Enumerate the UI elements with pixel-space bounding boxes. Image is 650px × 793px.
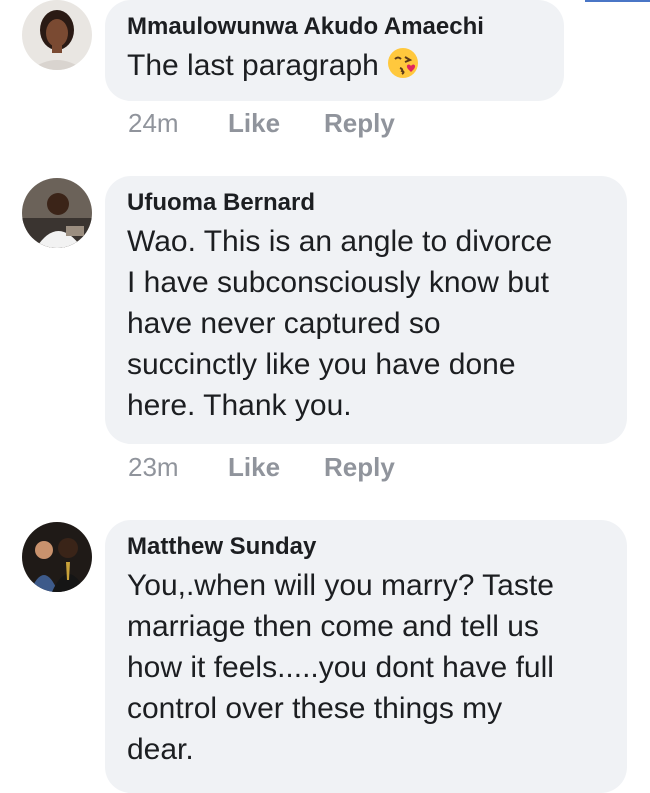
- comment-text-line: how it feels.....you dont have full: [127, 651, 554, 684]
- avatar[interactable]: [22, 178, 92, 248]
- comment-author[interactable]: Mmaulowunwa Akudo Amaechi: [127, 12, 542, 42]
- profile-photo-icon: [22, 0, 92, 70]
- like-button[interactable]: Like: [228, 107, 280, 139]
- comment-text: You,.when will you marry? Taste marriage…: [127, 565, 605, 770]
- comment-text-line: marriage then come and tell us: [127, 610, 539, 643]
- comment-text-content: The last paragraph: [127, 49, 379, 82]
- avatar[interactable]: [22, 522, 92, 592]
- top-divider: [585, 0, 650, 2]
- kissing-face-emoji-icon: [387, 48, 418, 78]
- comment-text-line: have never captured so: [127, 307, 441, 340]
- comment-bubble: Mmaulowunwa Akudo Amaechi The last parag…: [105, 0, 564, 101]
- like-button[interactable]: Like: [228, 451, 280, 483]
- comment-timestamp: 23m: [128, 452, 179, 482]
- comment-text-line: here. Thank you.: [127, 389, 352, 422]
- profile-photo-icon: [22, 522, 92, 592]
- reply-button[interactable]: Reply: [324, 451, 395, 483]
- comment-text: Wao. This is an angle to divorce I have …: [127, 221, 605, 426]
- reply-button[interactable]: Reply: [324, 107, 395, 139]
- comment-text-line: control over these things my: [127, 692, 503, 725]
- comment-author[interactable]: Ufuoma Bernard: [127, 188, 605, 218]
- comment-timestamp: 24m: [128, 108, 179, 138]
- comment-bubble: Ufuoma Bernard Wao. This is an angle to …: [105, 176, 627, 444]
- comment-text: The last paragraph: [127, 45, 542, 86]
- comment-bubble: Matthew Sunday You,.when will you marry?…: [105, 520, 627, 793]
- comment-author[interactable]: Matthew Sunday: [127, 532, 605, 562]
- comment-text-line: Wao. This is an angle to divorce: [127, 225, 553, 258]
- avatar[interactable]: [22, 0, 92, 70]
- comment-text-line: I have subconsciously know but: [127, 266, 549, 299]
- comment-text-line: succinctly like you have done: [127, 348, 516, 381]
- profile-photo-icon: [22, 178, 92, 248]
- comment-text-line: You,.when will you marry? Taste: [127, 569, 554, 602]
- comment-text-line: dear.: [127, 733, 194, 766]
